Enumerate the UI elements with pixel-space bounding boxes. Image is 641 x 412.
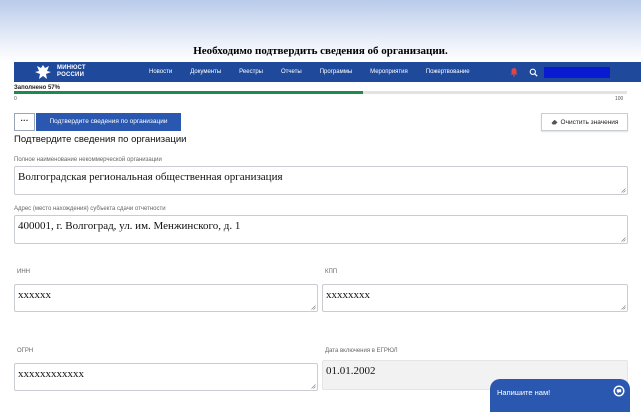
inn-label: ИНН: [17, 269, 30, 275]
kpp-value: xxxxxxxx: [326, 289, 370, 301]
eraser-icon: [551, 119, 558, 125]
address-field[interactable]: 400001, г. Волгоград, ул. им. Менжинског…: [14, 215, 628, 244]
address-value: 400001, г. Волгоград, ул. им. Менжинског…: [18, 220, 241, 232]
nav-item-donation[interactable]: Пожертвование: [426, 69, 470, 75]
full-name-value: Волгоградская региональная общественная …: [18, 171, 283, 183]
inn-field[interactable]: xxxxxx: [14, 284, 318, 312]
chat-bubble-icon: [613, 385, 625, 397]
resize-grip-icon[interactable]: [311, 305, 316, 310]
chat-widget-button[interactable]: Напишите нам!: [490, 379, 630, 412]
notification-bell-icon[interactable]: [509, 67, 519, 77]
clear-values-label: Очистить значения: [560, 118, 619, 126]
main-menu: Новости Документы Реестры Отчеты Програм…: [149, 69, 488, 75]
clear-values-button[interactable]: Очистить значения: [541, 113, 628, 131]
nav-item-news[interactable]: Новости: [149, 69, 172, 75]
chat-widget-label: Напишите нам!: [497, 388, 551, 397]
user-account-area[interactable]: [544, 66, 610, 78]
egrul-date-label: Дата включения в ЕГРЮЛ: [325, 348, 398, 354]
nav-item-programs[interactable]: Программы: [320, 69, 352, 75]
full-name-field[interactable]: Волгоградская региональная общественная …: [14, 166, 628, 195]
ogrn-value: xxxxxxxxxxxx: [18, 368, 84, 380]
full-name-label: Полное наименование некоммерческой орган…: [14, 157, 162, 163]
logo-line-2: РОССИИ: [57, 72, 85, 78]
progress-bar: [14, 91, 627, 94]
more-actions-button[interactable]: ···: [14, 113, 35, 131]
section-title: Подтвердите сведения по организации: [14, 134, 187, 145]
eagle-emblem-icon: [35, 65, 51, 79]
inn-value: xxxxxx: [18, 289, 51, 301]
resize-grip-icon[interactable]: [621, 237, 626, 242]
ogrn-label: ОГРН: [17, 348, 34, 354]
nav-item-reports[interactable]: Отчеты: [281, 69, 302, 75]
search-icon[interactable]: [529, 68, 538, 77]
address-label: Адрес (место нахождения) субъекта сдачи …: [14, 206, 166, 212]
resize-grip-icon[interactable]: [621, 305, 626, 310]
ministry-logo[interactable]: МИНЮСТ РОССИИ: [34, 64, 134, 80]
progress-min-label: 0: [14, 96, 17, 102]
resize-grip-icon[interactable]: [311, 384, 316, 389]
egrul-date-value: 01.01.2002: [326, 365, 376, 377]
nav-item-registries[interactable]: Реестры: [239, 69, 263, 75]
nav-item-documents[interactable]: Документы: [190, 69, 221, 75]
kpp-label: КПП: [325, 269, 338, 275]
ogrn-field[interactable]: xxxxxxxxxxxx: [14, 363, 318, 391]
nav-item-events[interactable]: Мероприятия: [370, 69, 408, 75]
kpp-field[interactable]: xxxxxxxx: [322, 284, 628, 312]
resize-grip-icon[interactable]: [621, 188, 626, 193]
top-navbar: МИНЮСТ РОССИИ Новости Документы Реестры …: [14, 62, 641, 82]
progress-bar-fill: [14, 91, 364, 94]
progress-max-label: 100: [615, 96, 624, 102]
confirmation-banner: Необходимо подтвердить сведения об орган…: [193, 45, 448, 57]
logo-line-1: МИНЮСТ: [57, 65, 86, 71]
confirm-details-button[interactable]: Подтвердите сведения по организации: [36, 113, 181, 131]
